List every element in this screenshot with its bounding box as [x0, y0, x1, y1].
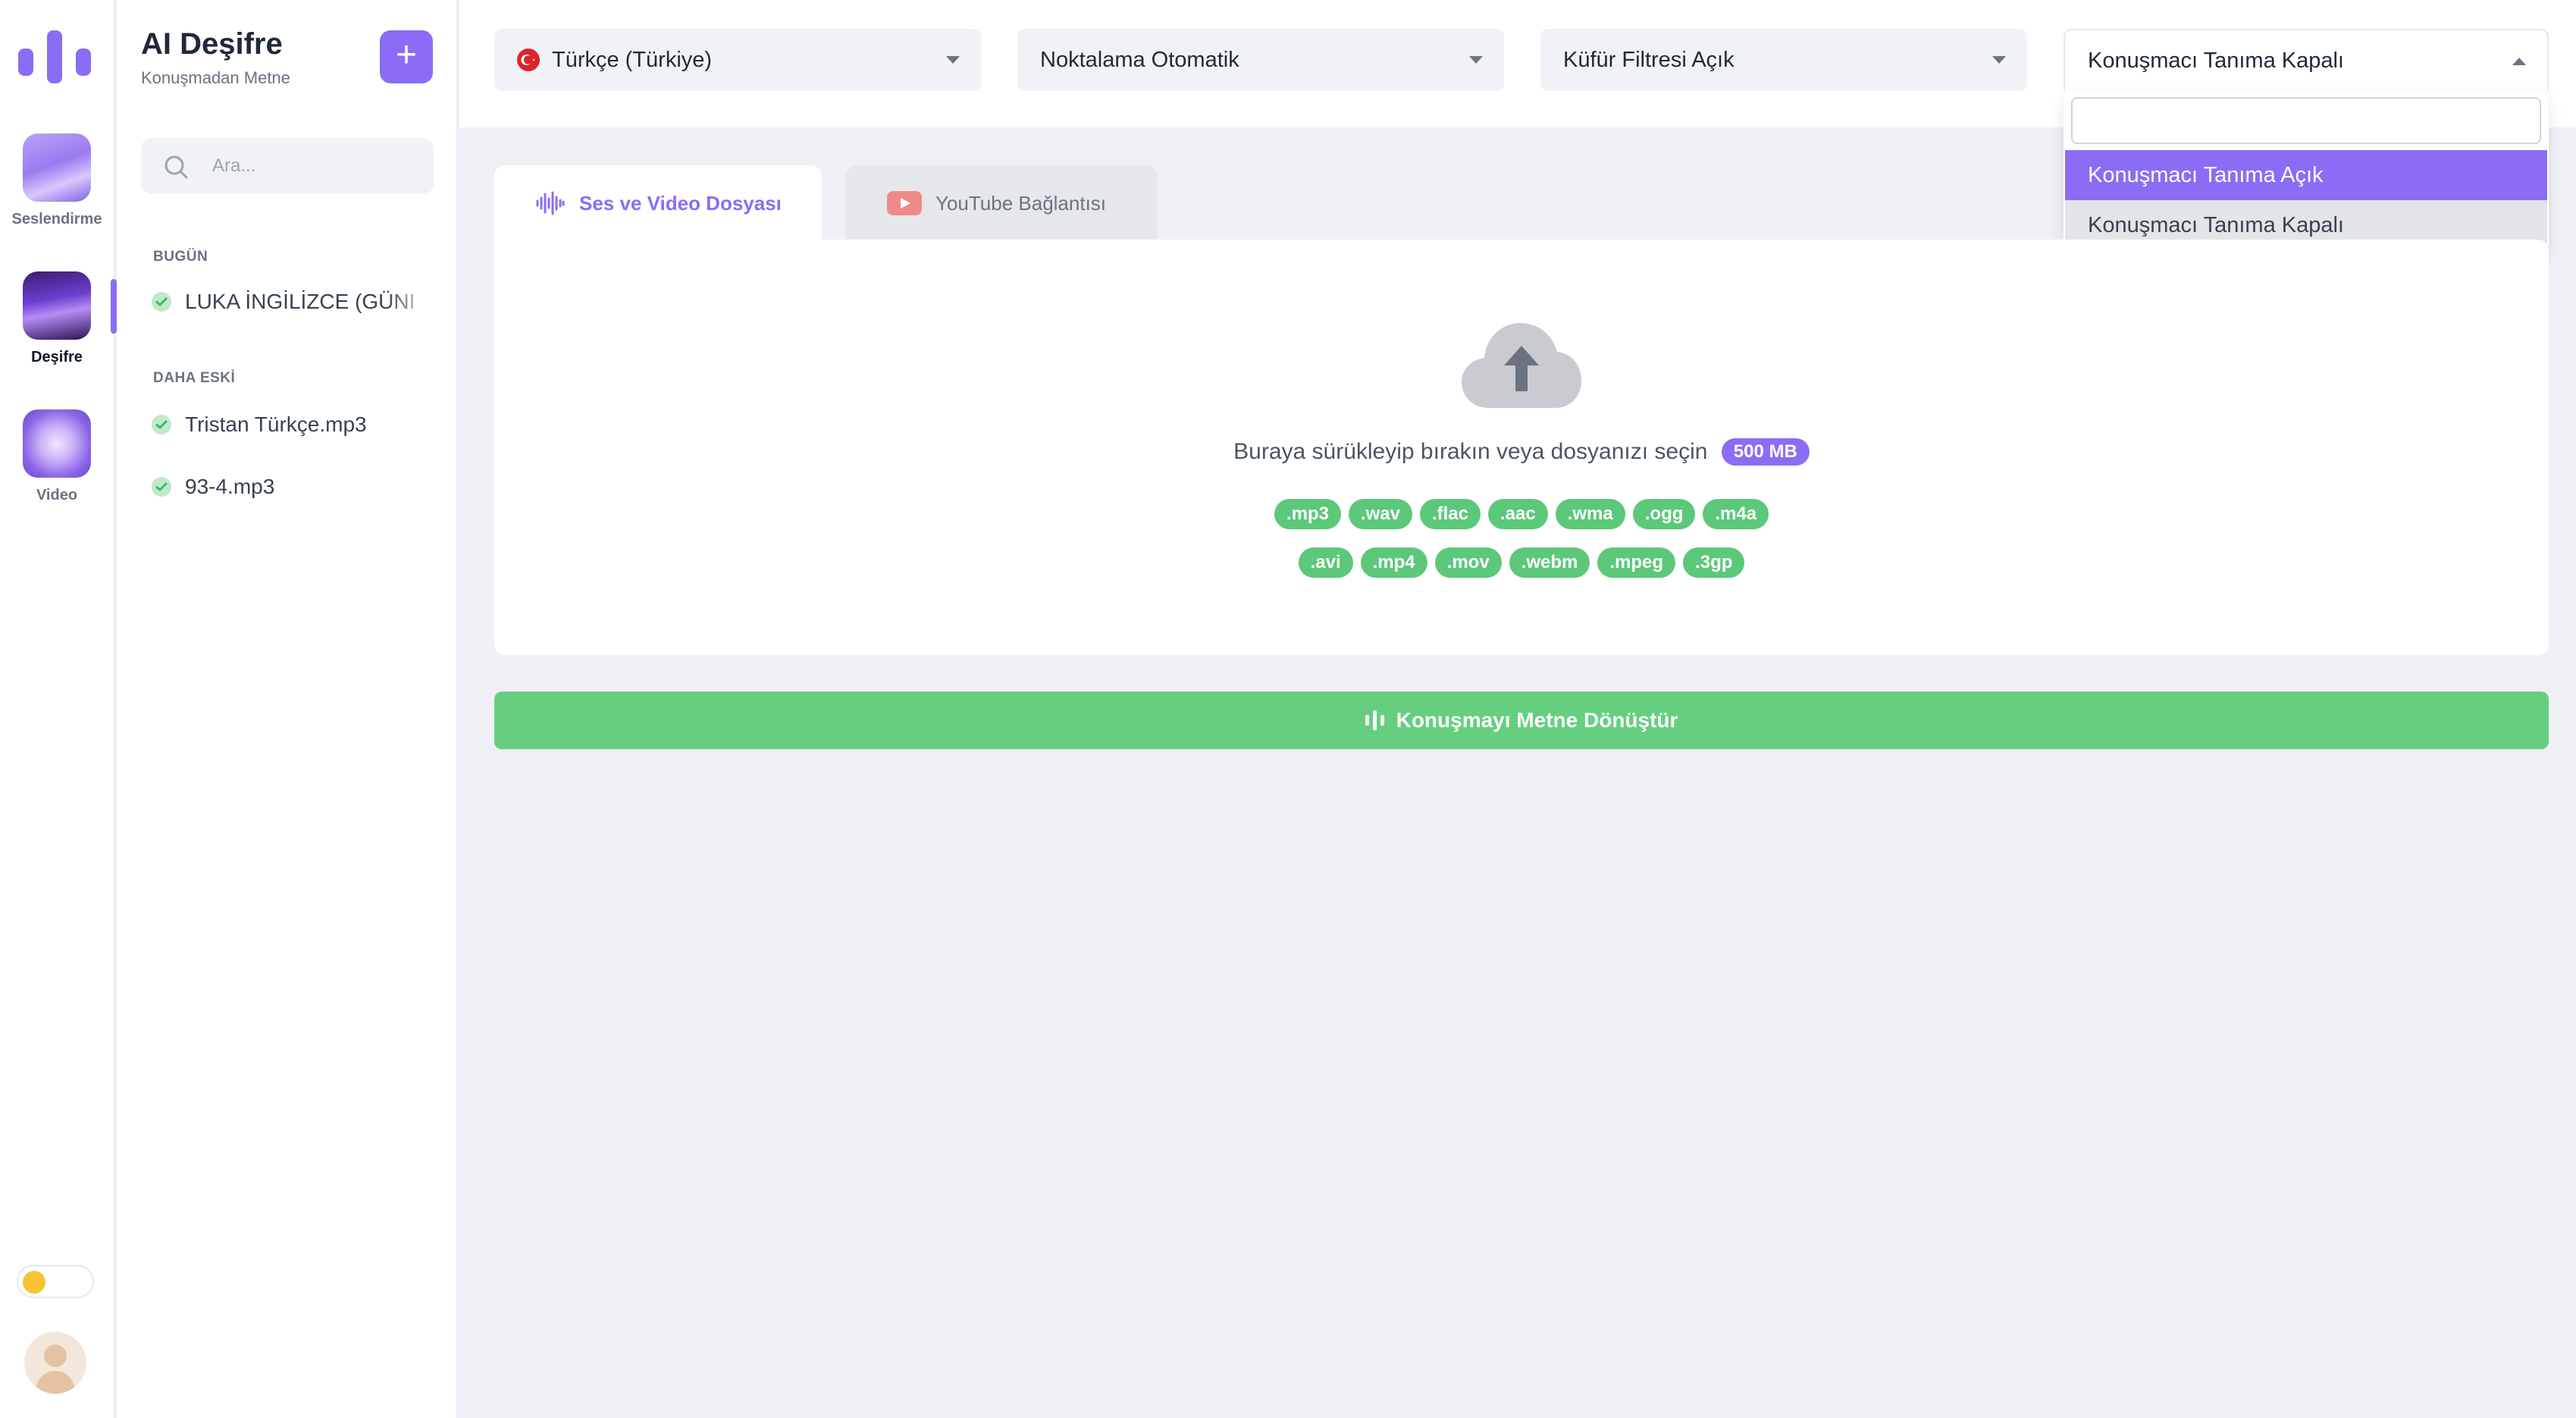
- convert-speech-to-text-button[interactable]: Konuşmayı Metne Dönüştür: [494, 692, 2549, 749]
- extension-list: .mp3 .wav .flac .aac .wma .ogg .m4a: [494, 499, 2549, 529]
- new-transcription-button[interactable]: +: [380, 30, 433, 83]
- history-item-name: Tristan Türkçe.mp3: [185, 413, 367, 436]
- rail-app-seslendirme[interactable]: Seslendirme: [0, 133, 114, 228]
- app-subtitle: Konuşmadan Metne: [141, 68, 290, 87]
- group-label-older: DAHA ESKİ: [153, 370, 236, 386]
- audio-bars-icon: [1365, 711, 1384, 730]
- history-sidebar: AI Deşifre Konuşmadan Metne + BUGÜN LUKA…: [117, 0, 458, 1418]
- extension-chip: .wav: [1348, 499, 1412, 529]
- extension-chip: .m4a: [1703, 499, 1769, 529]
- history-item[interactable]: 93-4.mp3: [152, 464, 432, 510]
- extension-chip: .aac: [1487, 499, 1548, 529]
- sun-icon: [23, 1271, 45, 1294]
- chevron-down-icon: [1469, 56, 1483, 64]
- chevron-up-icon: [2512, 58, 2526, 65]
- punctuation-select[interactable]: Noktalama Otomatik: [1017, 29, 1504, 91]
- extension-chip: .mpeg: [1597, 547, 1676, 578]
- user-avatar[interactable]: [24, 1332, 86, 1394]
- speaker-diarization-dropdown: Konuşmacı Tanıma Açık Konuşmacı Tanıma K…: [2064, 91, 2549, 252]
- extension-chip: .mov: [1434, 547, 1502, 578]
- rail-app-desifre[interactable]: Deşifre: [0, 271, 114, 366]
- punctuation-value: Noktalama Otomatik: [1040, 47, 1239, 72]
- rail-app-label: Deşifre: [31, 349, 83, 365]
- dropdown-search-input[interactable]: [2071, 97, 2541, 144]
- profanity-filter-select[interactable]: Küfür Filtresi Açık: [1540, 29, 2027, 91]
- extension-chip: .flac: [1419, 499, 1481, 529]
- extension-chip: .ogg: [1632, 499, 1696, 529]
- video-app-icon: [23, 409, 91, 478]
- check-circle-icon: [152, 292, 171, 312]
- profanity-filter-value: Küfür Filtresi Açık: [1563, 47, 1735, 72]
- convert-button-label: Konuşmayı Metne Dönüştür: [1396, 708, 1678, 732]
- tab-label: YouTube Bağlantısı: [935, 191, 1107, 215]
- search-icon: [165, 155, 188, 179]
- waveform-icon: [535, 191, 566, 215]
- cloud-upload-icon: [1462, 323, 1581, 408]
- extension-chip: .mp4: [1360, 547, 1427, 578]
- check-circle-icon: [152, 477, 171, 497]
- drop-zone-prompt: Buraya sürükleyip bırakın veya dosyanızı…: [494, 438, 2549, 466]
- app-title: AI Deşifre: [141, 27, 283, 61]
- history-item[interactable]: LUKA İNGİLİZCE (GÜNI: [152, 279, 432, 325]
- youtube-icon: [887, 191, 922, 215]
- search-input[interactable]: [212, 138, 417, 194]
- logo-icon[interactable]: [18, 30, 91, 83]
- extension-chip: .wma: [1555, 499, 1625, 529]
- chevron-down-icon: [946, 56, 960, 64]
- rail-app-label: Video: [36, 487, 78, 504]
- check-circle-icon: [152, 415, 171, 434]
- language-select[interactable]: Türkçe (Türkiye): [494, 29, 981, 91]
- turkey-flag-icon: [517, 49, 540, 71]
- active-indicator: [111, 279, 117, 334]
- search-box: [141, 138, 434, 194]
- tab-label: Ses ve Video Dosyası: [579, 191, 782, 215]
- avatar-icon: [35, 1344, 76, 1394]
- tab-youtube-link[interactable]: YouTube Bağlantısı: [846, 165, 1157, 241]
- history-item[interactable]: Tristan Türkçe.mp3: [152, 402, 432, 447]
- file-drop-zone[interactable]: Buraya sürükleyip bırakın veya dosyanızı…: [494, 240, 2549, 655]
- speaker-diarization-value: Konuşmacı Tanıma Kapalı: [2088, 48, 2344, 73]
- extension-list: .avi .mp4 .mov .webm .mpeg .3gp: [494, 547, 2549, 578]
- rail-app-label: Seslendirme: [11, 211, 102, 227]
- tab-audio-video-file[interactable]: Ses ve Video Dosyası: [494, 165, 822, 241]
- extension-chip: .3gp: [1683, 547, 1745, 578]
- option-diarization-on[interactable]: Konuşmacı Tanıma Açık: [2065, 150, 2547, 200]
- theme-toggle[interactable]: [17, 1265, 94, 1298]
- max-size-badge: 500 MB: [1721, 438, 1810, 466]
- drop-zone-text: Buraya sürükleyip bırakın veya dosyanızı…: [1233, 439, 1708, 464]
- rail-app-video[interactable]: Video: [0, 409, 114, 504]
- desifre-app-icon: [23, 271, 91, 340]
- extension-chip: .avi: [1298, 547, 1353, 578]
- group-label-today: BUGÜN: [153, 249, 208, 265]
- history-item-name: LUKA İNGİLİZCE (GÜNI: [185, 290, 415, 313]
- language-value: Türkçe (Türkiye): [552, 47, 713, 72]
- extension-chip: .webm: [1509, 547, 1590, 578]
- speaker-diarization-select[interactable]: Konuşmacı Tanıma Kapalı: [2064, 29, 2549, 91]
- extension-chip: .mp3: [1274, 499, 1341, 529]
- history-item-name: 93-4.mp3: [185, 475, 275, 498]
- seslendirme-app-icon: [23, 133, 91, 202]
- app-rail: Seslendirme Deşifre Video: [0, 0, 117, 1418]
- chevron-down-icon: [1992, 56, 2006, 64]
